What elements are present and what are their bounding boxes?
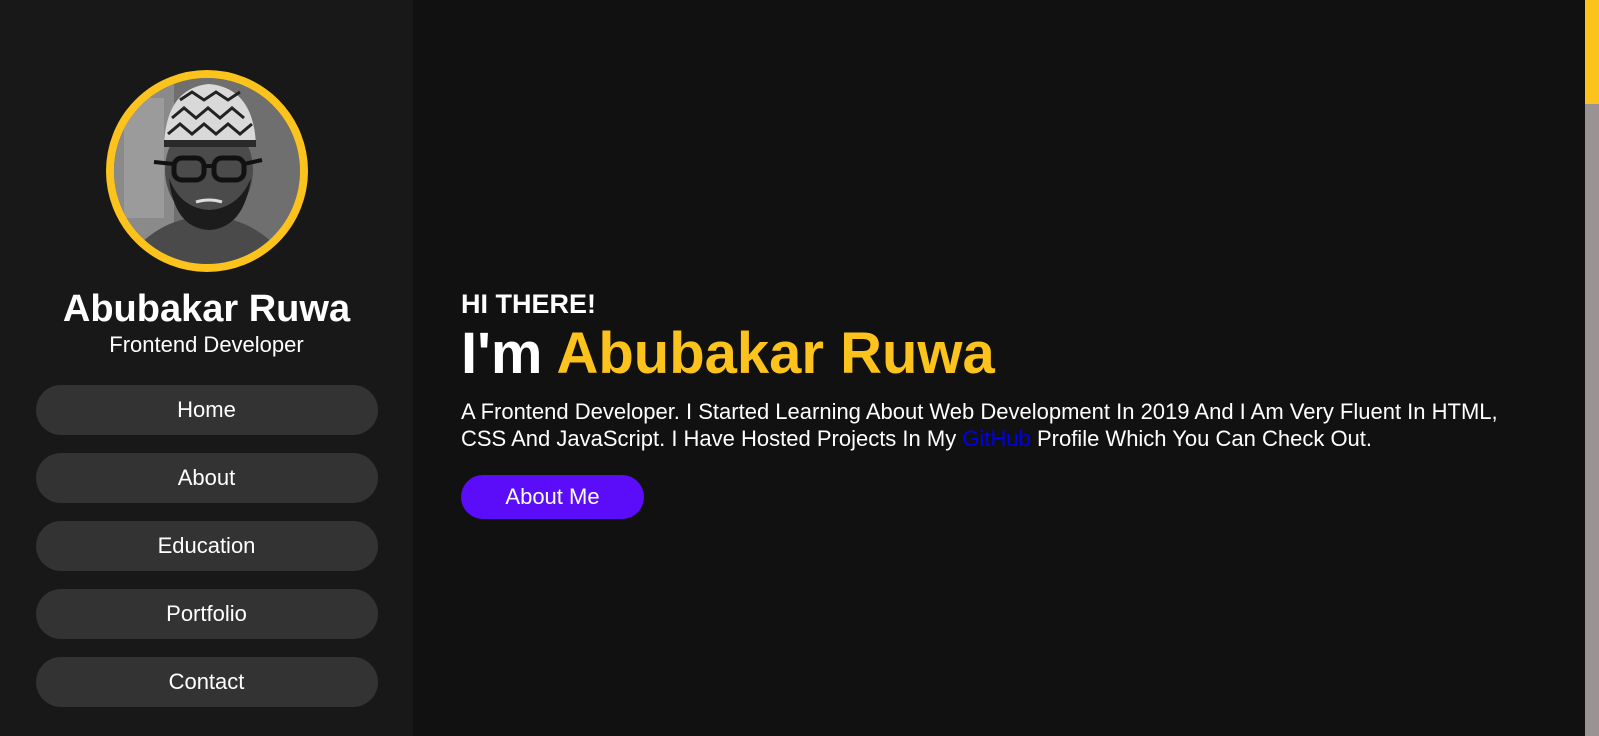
hero-greeting: HI THERE! (461, 289, 596, 319)
about-me-button[interactable]: About Me (461, 475, 644, 519)
sidebar: Abubakar Ruwa Frontend Developer Home Ab… (0, 0, 413, 736)
headline-name: Abubakar Ruwa (556, 321, 995, 386)
sidebar-nav: Home About Education Portfolio Contact (35, 385, 378, 707)
main-content: HI THERE! I'm Abubakar Ruwa A Frontend D… (413, 0, 1599, 736)
scrollbar[interactable] (1585, 0, 1599, 736)
nav-item-home[interactable]: Home (35, 385, 378, 435)
profile-avatar (105, 70, 308, 272)
intro-text-end: Profile Which You Can Check Out. (1036, 426, 1373, 451)
headline-prefix: I'm (461, 321, 543, 386)
nav-item-portfolio[interactable]: Portfolio (35, 589, 378, 639)
hero-headline: I'm Abubakar Ruwa (461, 322, 1541, 386)
nav-item-about[interactable]: About (35, 453, 378, 503)
page: Abubakar Ruwa Frontend Developer Home Ab… (0, 0, 1599, 736)
nav-item-contact[interactable]: Contact (35, 657, 378, 707)
profile-photo (113, 78, 300, 264)
hero-section: HI THERE! I'm Abubakar Ruwa A Frontend D… (461, 286, 1541, 519)
nav-item-education[interactable]: Education (35, 521, 378, 571)
hero-intro: A Frontend Developer. I Started Learning… (461, 398, 1541, 452)
github-link[interactable]: GitHub (962, 426, 1030, 451)
scrollbar-thumb[interactable] (1585, 0, 1599, 104)
profile-role: Frontend Developer (109, 332, 304, 357)
profile-name: Abubakar Ruwa (62, 288, 351, 330)
